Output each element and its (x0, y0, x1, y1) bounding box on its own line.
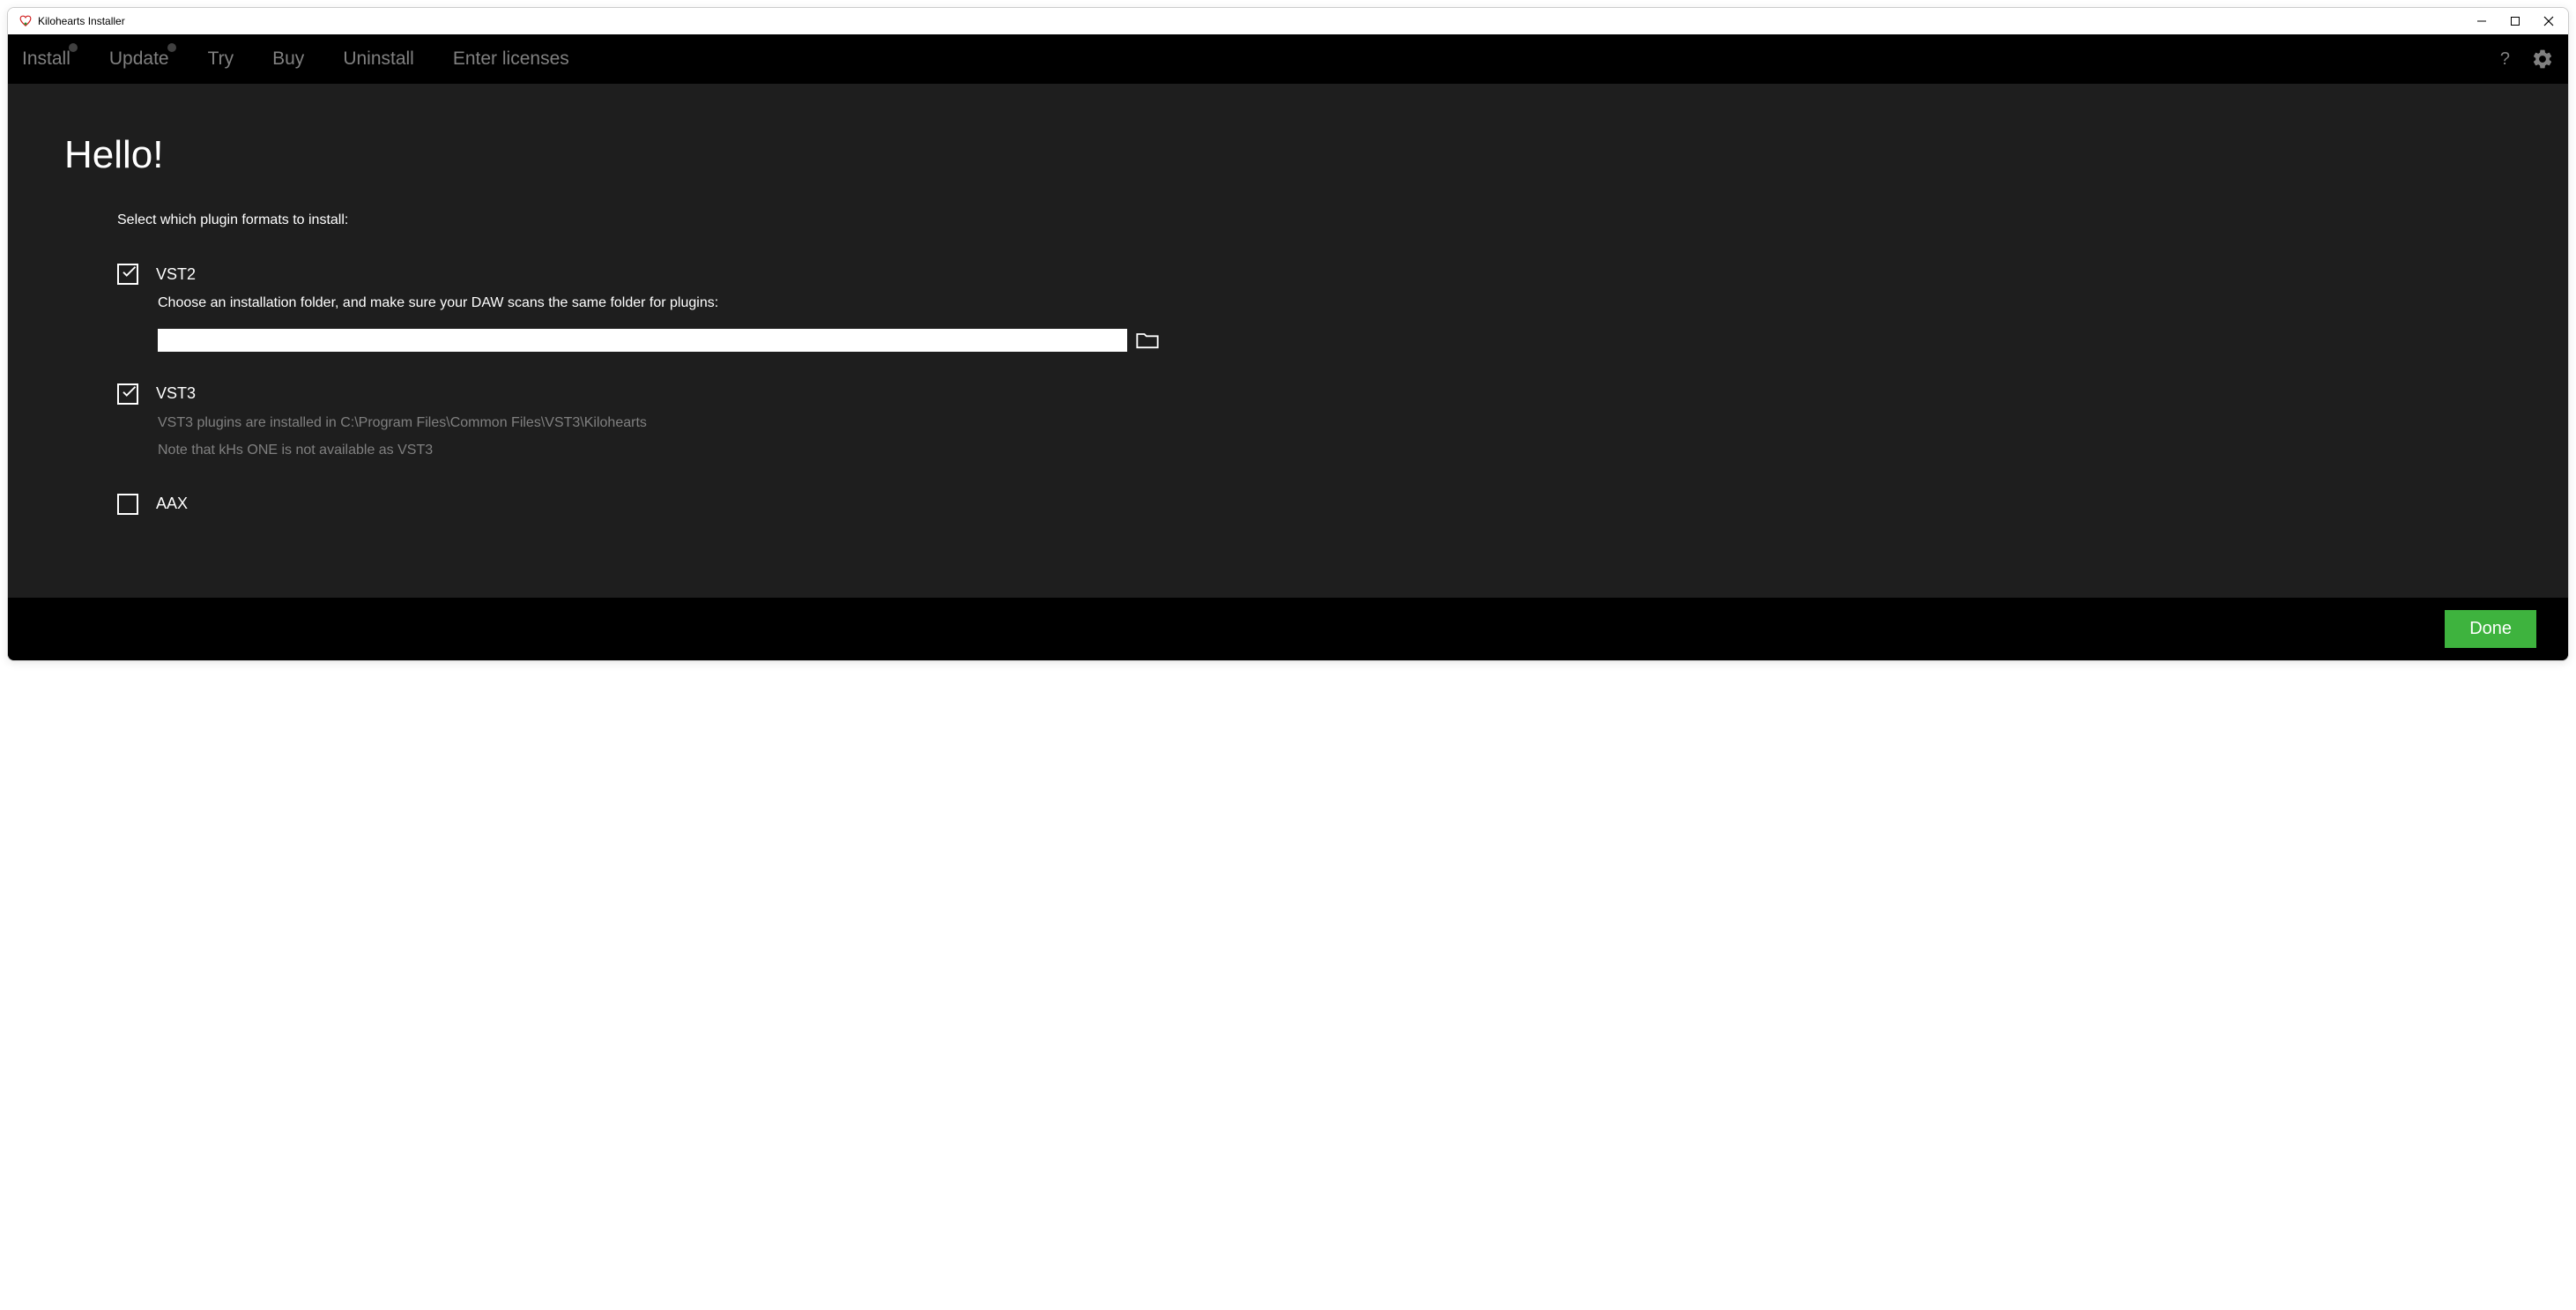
checkbox-vst3[interactable] (117, 383, 138, 405)
tab-update[interactable]: Update (109, 36, 187, 82)
window-title: Kilohearts Installer (38, 15, 125, 27)
done-button[interactable]: Done (2445, 610, 2536, 648)
format-vst3: VST3 VST3 plugins are installed in C:\Pr… (117, 383, 2512, 462)
titlebar-left: Kilohearts Installer (19, 14, 125, 28)
minimize-button[interactable] (2473, 12, 2491, 30)
tab-try-label: Try (208, 48, 234, 69)
nav-tabs: Install Update Try Buy Uninstall Enter l… (8, 34, 2568, 84)
titlebar-controls (2473, 12, 2557, 30)
tab-enter-licenses[interactable]: Enter licenses (453, 36, 587, 82)
page-title: Hello! (64, 133, 2512, 177)
tab-install-dot (69, 43, 78, 52)
footer: Done (8, 598, 2568, 660)
format-aax-header: AAX (117, 494, 2512, 515)
titlebar: Kilohearts Installer (8, 8, 2568, 34)
checkbox-vst2[interactable] (117, 264, 138, 285)
tab-buy-label: Buy (272, 48, 304, 69)
format-aax: AAX (117, 494, 2512, 515)
format-vst2: VST2 Choose an installation folder, and … (117, 264, 2512, 352)
vst3-desc2: Note that kHs ONE is not available as VS… (158, 439, 2512, 462)
vst3-label: VST3 (156, 384, 196, 403)
vst2-path-input[interactable] (158, 329, 1127, 352)
help-icon[interactable]: ? (2500, 49, 2510, 70)
subtitle: Select which plugin formats to install: (117, 212, 2512, 228)
window: Kilohearts Installer Install Update (7, 7, 2569, 661)
tab-uninstall-label: Uninstall (343, 48, 414, 69)
vst3-desc1: VST3 plugins are installed in C:\Program… (158, 412, 2512, 435)
aax-label: AAX (156, 495, 188, 513)
nav-right: ? (2500, 48, 2554, 71)
tab-try[interactable]: Try (208, 36, 252, 82)
checkbox-aax[interactable] (117, 494, 138, 515)
tab-licenses-label: Enter licenses (453, 48, 569, 69)
close-button[interactable] (2540, 12, 2557, 30)
vst2-desc: Choose an installation folder, and make … (158, 292, 2512, 315)
format-vst3-header: VST3 (117, 383, 2512, 405)
tab-install[interactable]: Install (22, 36, 88, 82)
tab-update-dot (167, 43, 176, 52)
content: Hello! Select which plugin formats to in… (8, 84, 2568, 598)
format-vst2-header: VST2 (117, 264, 2512, 285)
maximize-button[interactable] (2506, 12, 2524, 30)
app-icon (19, 14, 33, 28)
tab-update-label: Update (109, 48, 169, 69)
vst2-path-row (158, 329, 2512, 352)
browse-folder-button[interactable] (1134, 329, 1161, 352)
gear-icon[interactable] (2531, 48, 2554, 71)
tab-install-label: Install (22, 48, 71, 69)
app-body: Install Update Try Buy Uninstall Enter l… (8, 34, 2568, 660)
tab-buy[interactable]: Buy (272, 36, 322, 82)
tab-uninstall[interactable]: Uninstall (343, 36, 432, 82)
vst2-label: VST2 (156, 265, 196, 284)
